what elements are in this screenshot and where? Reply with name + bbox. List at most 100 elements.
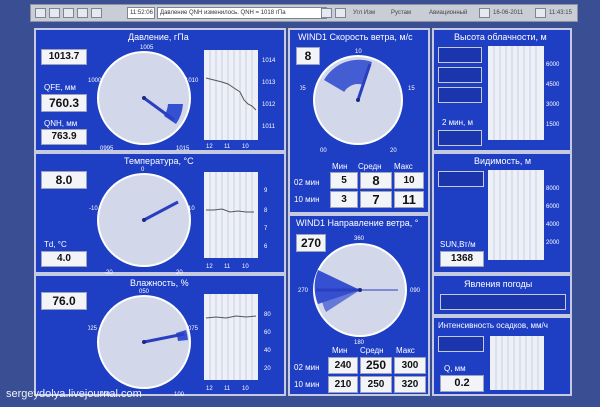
gear-icon[interactable] — [335, 8, 346, 18]
wd-row-label: 02 мин — [294, 363, 320, 372]
wind-speed-panel: WIND1 Скорость ветра, м/с 8 10 05 15 00 … — [288, 28, 430, 214]
ws-row-label: 02 мин — [294, 178, 320, 187]
wd-cell: 320 — [394, 376, 426, 393]
time-tick: 12 — [206, 264, 213, 270]
visibility-tick: 2000 — [546, 240, 560, 246]
weather-value-box — [440, 294, 566, 310]
humidity-value: 76.0 — [41, 292, 87, 310]
td-label: Td, °C — [44, 240, 67, 249]
cloud-title: Высота облачности, м — [454, 32, 547, 42]
wind-direction-panel: WIND1 Направление ветра, ° 270 360 270 0… — [288, 214, 430, 396]
qfe-value: 760.3 — [41, 94, 87, 112]
trend-tick: 60 — [264, 330, 271, 336]
info-icon[interactable] — [91, 8, 102, 18]
visibility-chart: 8000 6000 4000 2000 — [488, 170, 560, 260]
dial-label-top: 050 — [139, 289, 150, 295]
menu-icon[interactable] — [35, 8, 46, 18]
visibility-tick: 8000 — [546, 186, 560, 192]
temperature-panel: Температура, °С 8.0 Td, °C 4.0 0 -10 10 … — [34, 152, 286, 276]
time-tick: 10 — [242, 144, 249, 150]
dial-label-left: 05 — [300, 86, 306, 92]
time-tick: 10 — [242, 264, 249, 270]
date-label: 16-06-2011 — [493, 10, 524, 16]
alert-message: Давление QNH изменилось. QNH = 1018 гПа — [157, 7, 327, 19]
visibility-value-box — [438, 171, 484, 187]
watermark: sergeydolya.livejournal.com — [6, 388, 142, 400]
precipitation-title: Интенсивность осадков, мм/ч — [438, 321, 548, 330]
trend-tick: 1014 — [262, 58, 276, 64]
ws-header-max: Макс — [394, 162, 413, 171]
calendar-icon — [479, 8, 490, 18]
dial-label-top: 0 — [141, 167, 145, 173]
ws-cell: 8 — [360, 172, 392, 189]
ws-cell: 10 — [394, 172, 424, 189]
dial-label-bottom-left: 00 — [320, 148, 327, 154]
dial-label-right: 15 — [408, 86, 415, 92]
window-titlebar: 11:52:06 Давление QNH изменилось. QNH = … — [30, 4, 578, 22]
dial-label-left: 1000 — [88, 78, 102, 84]
temperature-trend-chart: 9 8 7 6 12 11 10 — [204, 172, 268, 270]
dial-label-left: -10 — [89, 206, 98, 212]
wd-header-avg: Средн — [360, 346, 384, 355]
cloud-period-box — [438, 130, 482, 146]
qnh-label: QNH, мм — [44, 119, 78, 128]
humidity-dial: 050 025 075 000 100 — [88, 289, 199, 398]
dial-label-left: 025 — [88, 326, 98, 332]
trend-tick: 9 — [264, 188, 268, 194]
pressure-title: Давление, гПа — [128, 32, 189, 42]
trend-tick: 20 — [264, 366, 271, 372]
trend-tick: 1011 — [262, 124, 276, 130]
visibility-tick: 6000 — [546, 204, 560, 210]
dial-label-bottom-right: 20 — [390, 148, 397, 154]
cloud-layer-box — [438, 87, 482, 103]
print-icon[interactable] — [77, 8, 88, 18]
wind-speed-title: WIND1 Скорость ветра, м/с — [298, 32, 413, 42]
alert-time: 11:52:06 — [127, 7, 155, 19]
q-value: 0.2 — [440, 375, 484, 392]
wind-speed-dial: 10 05 15 00 20 — [300, 49, 415, 154]
sun-label: SUN,Вт/м — [440, 240, 476, 249]
clock-icon — [535, 8, 546, 18]
clock-label: 11:43:15 — [549, 10, 572, 16]
wind-direction-dial: 360 270 090 180 — [298, 236, 421, 346]
td-value: 4.0 — [41, 251, 87, 267]
temperature-dial: 0 -10 10 -20 20 — [89, 167, 195, 276]
trend-tick: 7 — [264, 226, 268, 232]
time-tick: 11 — [224, 386, 231, 392]
wd-cell: 210 — [328, 376, 358, 393]
ws-row-label: 10 мин — [294, 195, 320, 204]
visibility-title: Видимость, м — [474, 156, 532, 166]
dial-label-right: 090 — [410, 288, 421, 294]
dial-label-right: 1010 — [185, 78, 199, 84]
ws-cell: 3 — [330, 191, 358, 208]
wd-header-min: Мин — [332, 346, 348, 355]
precipitation-chart — [490, 336, 544, 390]
cloud-tick: 1500 — [546, 122, 560, 128]
precipitation-panel: Интенсивность осадков, мм/ч Q, мм 0.2 — [432, 316, 572, 396]
weather-panel: Явления погоды — [432, 274, 572, 316]
dial-label-right: 075 — [188, 326, 199, 332]
trend-tick: 8 — [264, 208, 268, 214]
ws-cell: 7 — [360, 191, 392, 208]
pressure-dial: 1005 1000 1010 0995 1015 — [88, 45, 199, 152]
wind-direction-title: WIND1 Направление ветра, ° — [296, 218, 419, 228]
dial-label-top: 10 — [355, 49, 362, 55]
time-tick: 12 — [206, 144, 213, 150]
trend-tick: 6 — [264, 244, 268, 250]
cloud-layer-box — [438, 67, 482, 83]
time-tick: 11 — [224, 144, 231, 150]
visibility-tick: 4000 — [546, 222, 560, 228]
wd-cell: 300 — [394, 357, 426, 374]
cloud-tick: 3000 — [546, 102, 560, 108]
temperature-value: 8.0 — [41, 171, 87, 189]
sun-value: 1368 — [440, 251, 484, 267]
station-label: Авиационный — [429, 10, 468, 16]
precipitation-value-box — [438, 336, 484, 352]
wd-header-max: Макс — [396, 346, 415, 355]
time-tick: 11 — [224, 264, 231, 270]
trend-tick: 1012 — [262, 102, 276, 108]
settings-icon[interactable] — [63, 8, 74, 18]
window-icon[interactable] — [49, 8, 60, 18]
wd-row-label: 10 мин — [294, 380, 320, 389]
bell-icon[interactable] — [321, 8, 332, 18]
